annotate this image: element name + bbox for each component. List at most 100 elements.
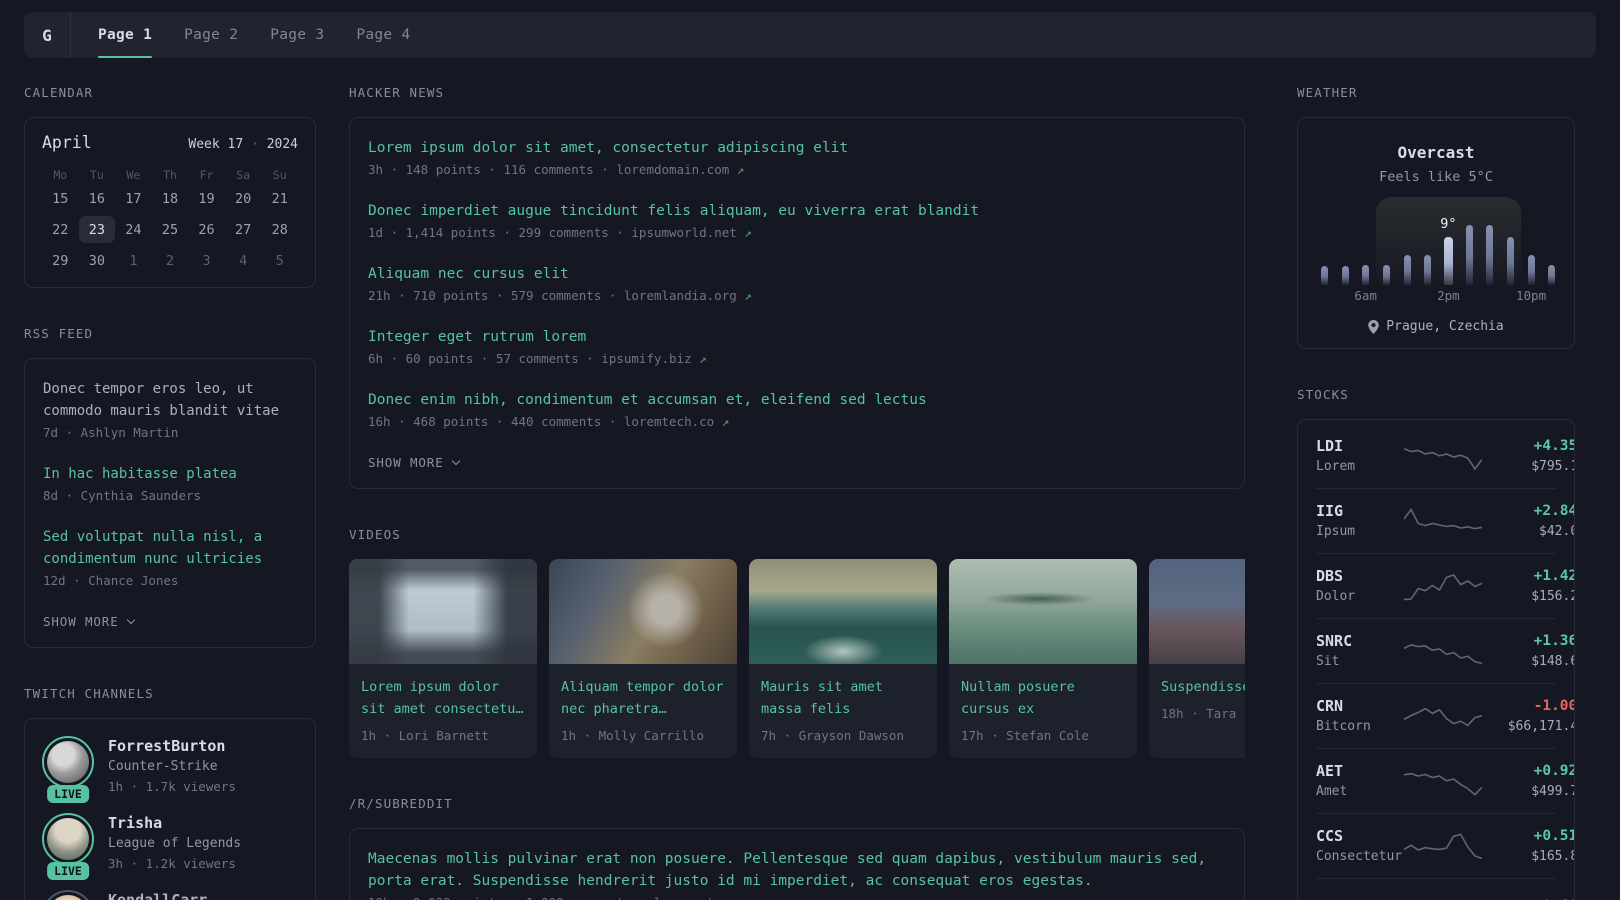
hacker-news-section-title: HACKER NEWS (349, 85, 445, 100)
stock-row[interactable]: IIG Ipsum +2.84% $42.04 (1316, 488, 1574, 553)
stock-row[interactable]: LDI Lorem +4.35% $795.18 (1316, 424, 1574, 488)
video-title[interactable]: Lorem ipsum dolor sit amet consectetu… (361, 676, 525, 720)
stock-row[interactable]: CCS Consectetur +0.51% $165.84 (1316, 813, 1574, 878)
channel-name[interactable]: KendallCarr (108, 890, 207, 900)
video-title[interactable]: Nullam posuere cursus ex (961, 676, 1125, 720)
hn-item-domain-link[interactable]: ipsumify.biz ↗ (601, 351, 706, 366)
stock-ticker[interactable]: LDI (1316, 436, 1404, 457)
hn-item-meta: 1d · 1,414 points · 299 comments · ipsum… (368, 225, 752, 240)
hn-item-title[interactable]: Integer eget rutrum lorem (368, 326, 1226, 348)
video-card[interactable]: Aliquam tempor dolor nec pharetra… 1h · … (549, 559, 737, 758)
chevron-down-icon (126, 615, 135, 625)
twitch-card: LIVE ForrestBurton Counter-Strike 1h · 1… (24, 718, 316, 900)
stock-ticker[interactable]: IIG (1316, 501, 1404, 522)
hn-item-meta: 3h · 148 points · 116 comments · loremdo… (368, 162, 745, 177)
hour-label-slot: 2pm (1437, 288, 1460, 303)
video-title[interactable]: Aliquam tempor dolor nec pharetra… (561, 676, 725, 720)
stock-row[interactable]: DBS Dolor +1.42% $156.28 (1316, 553, 1574, 618)
stock-row[interactable]: CRN Bitcorn -1.00% $66,171.48 (1316, 683, 1574, 748)
stocks-card: LDI Lorem +4.35% $795.18 IIG Ipsum (1297, 419, 1575, 900)
app-logo[interactable]: G (24, 12, 71, 58)
stocks-section-title: STOCKS (1297, 387, 1349, 402)
rss-show-more-button[interactable]: SHOW MORE (43, 614, 135, 629)
stock-ticker[interactable]: AET (1316, 761, 1404, 782)
external-link-icon: ↗ (744, 895, 760, 900)
temperature-bar-column (1335, 266, 1356, 285)
video-thumbnail[interactable] (549, 559, 737, 664)
stock-sparkline (1404, 891, 1482, 900)
top-nav-bar: G Page 1 Page 2 Page 3 Page 4 (24, 12, 1596, 58)
nav-tab[interactable]: Page 2 (184, 12, 238, 58)
channel-viewers: 3h · 1.2k viewers (108, 856, 236, 871)
stock-ticker[interactable]: DBS (1316, 566, 1404, 587)
stock-change: +1.42% (1533, 568, 1574, 584)
hour-label-slot (1397, 288, 1418, 306)
hn-item-domain-link[interactable]: loremdomain.com ↗ (616, 162, 744, 177)
video-title[interactable]: Mauris sit amet massa felis (761, 676, 925, 720)
hn-show-more-button[interactable]: SHOW MORE (368, 455, 460, 470)
calendar-day: 26 (198, 221, 215, 238)
reddit-post-domain-link[interactable]: loremnet.xyz ↗ (654, 895, 759, 900)
nav-tab[interactable]: Page 3 (270, 12, 324, 58)
stock-change: +1.36% (1533, 633, 1574, 649)
twitch-channel-row[interactable]: KendallCarr (42, 890, 298, 900)
calendar-day: 21 (271, 190, 288, 207)
twitch-channel-row[interactable]: LIVE Trisha League of Legends 3h · 1.2k … (42, 813, 298, 880)
temperature-bar-column (1459, 225, 1480, 285)
external-link-icon: ↗ (729, 162, 745, 177)
video-title[interactable]: Suspendisse diam (1161, 676, 1245, 698)
calendar-day: 24 (125, 221, 142, 238)
hacker-news-card: Lorem ipsum dolor sit amet, consectetur … (349, 117, 1245, 489)
stock-ticker[interactable]: CCS (1316, 826, 1404, 847)
weather-condition: Overcast (1397, 143, 1475, 162)
calendar-day: 17 (125, 190, 142, 207)
rss-item-title[interactable]: Donec tempor eros leo, ut commodo mauris… (43, 378, 297, 422)
hn-item-domain-link[interactable]: loremlandia.org ↗ (624, 288, 752, 303)
reddit-post-meta: 19h · 9,932 points · 1,090 comments · lo… (368, 893, 1226, 900)
hn-item-title[interactable]: Donec imperdiet augue tincidunt felis al… (368, 200, 1226, 222)
hn-item: Aliquam nec cursus elit 21h · 710 points… (368, 263, 1226, 306)
stock-row[interactable]: AET Amet +0.92% $499.72 (1316, 748, 1574, 813)
video-card[interactable]: Mauris sit amet massa felis 7h · Grayson… (749, 559, 937, 758)
hour-label-slot (1479, 288, 1500, 306)
video-card[interactable]: Nullam posuere cursus ex 17h · Stefan Co… (949, 559, 1137, 758)
video-thumbnail[interactable] (1149, 559, 1245, 664)
video-meta: 17h · Stefan Cole (961, 728, 1089, 743)
channel-game: League of Legends (108, 836, 242, 851)
calendar-day: 22 (52, 221, 69, 238)
external-link-icon: ↗ (714, 414, 730, 429)
hn-item-domain-link[interactable]: ipsumworld.net ↗ (631, 225, 751, 240)
stock-ticker[interactable]: SNRC (1316, 631, 1404, 652)
stock-ticker[interactable]: CRN (1316, 696, 1404, 717)
rss-item-meta: 8d · Cynthia Saunders (43, 488, 202, 503)
hour-label-slot: 6am (1354, 288, 1377, 303)
rss-item-title[interactable]: In hac habitasse platea (43, 463, 297, 485)
stock-ticker[interactable]: AHS (1316, 896, 1404, 900)
stock-row[interactable]: SNRC Sit +1.36% $148.64 (1316, 618, 1574, 683)
stock-change: +2.84% (1533, 503, 1574, 519)
hn-item-domain-link[interactable]: loremtech.co ↗ (624, 414, 729, 429)
twitch-channel-row[interactable]: LIVE ForrestBurton Counter-Strike 1h · 1… (42, 736, 298, 803)
temperature-bar-column (1355, 265, 1376, 285)
video-thumbnail[interactable] (749, 559, 937, 664)
reddit-post-title[interactable]: Maecenas mollis pulvinar erat non posuer… (368, 848, 1226, 892)
weekday-label: Su (272, 168, 287, 182)
rss-item-title[interactable]: Sed volutpat nulla nisl, a condimentum n… (43, 526, 297, 570)
video-card[interactable]: Lorem ipsum dolor sit amet consectetu… 1… (349, 559, 537, 758)
stock-change: +0.51% (1533, 828, 1574, 844)
video-card[interactable]: Suspendisse diam 18h · Tara (1149, 559, 1245, 758)
channel-name[interactable]: ForrestBurton (108, 736, 236, 757)
stock-row[interactable]: AHS +0.46% (1316, 878, 1574, 900)
stock-change: +4.35% (1533, 438, 1574, 454)
nav-tab[interactable]: Page 4 (356, 12, 410, 58)
rss-item-meta: 12d · Chance Jones (43, 573, 179, 588)
video-thumbnail[interactable] (949, 559, 1137, 664)
hour-label-slot (1335, 288, 1356, 306)
stock-sparkline (1404, 572, 1482, 602)
hn-item-title[interactable]: Aliquam nec cursus elit (368, 263, 1226, 285)
channel-name[interactable]: Trisha (108, 813, 241, 834)
hn-item-title[interactable]: Lorem ipsum dolor sit amet, consectetur … (368, 137, 1226, 159)
video-thumbnail[interactable] (349, 559, 537, 664)
nav-tab[interactable]: Page 1 (98, 12, 153, 58)
hn-item-title[interactable]: Donec enim nibh, condimentum et accumsan… (368, 389, 1226, 411)
